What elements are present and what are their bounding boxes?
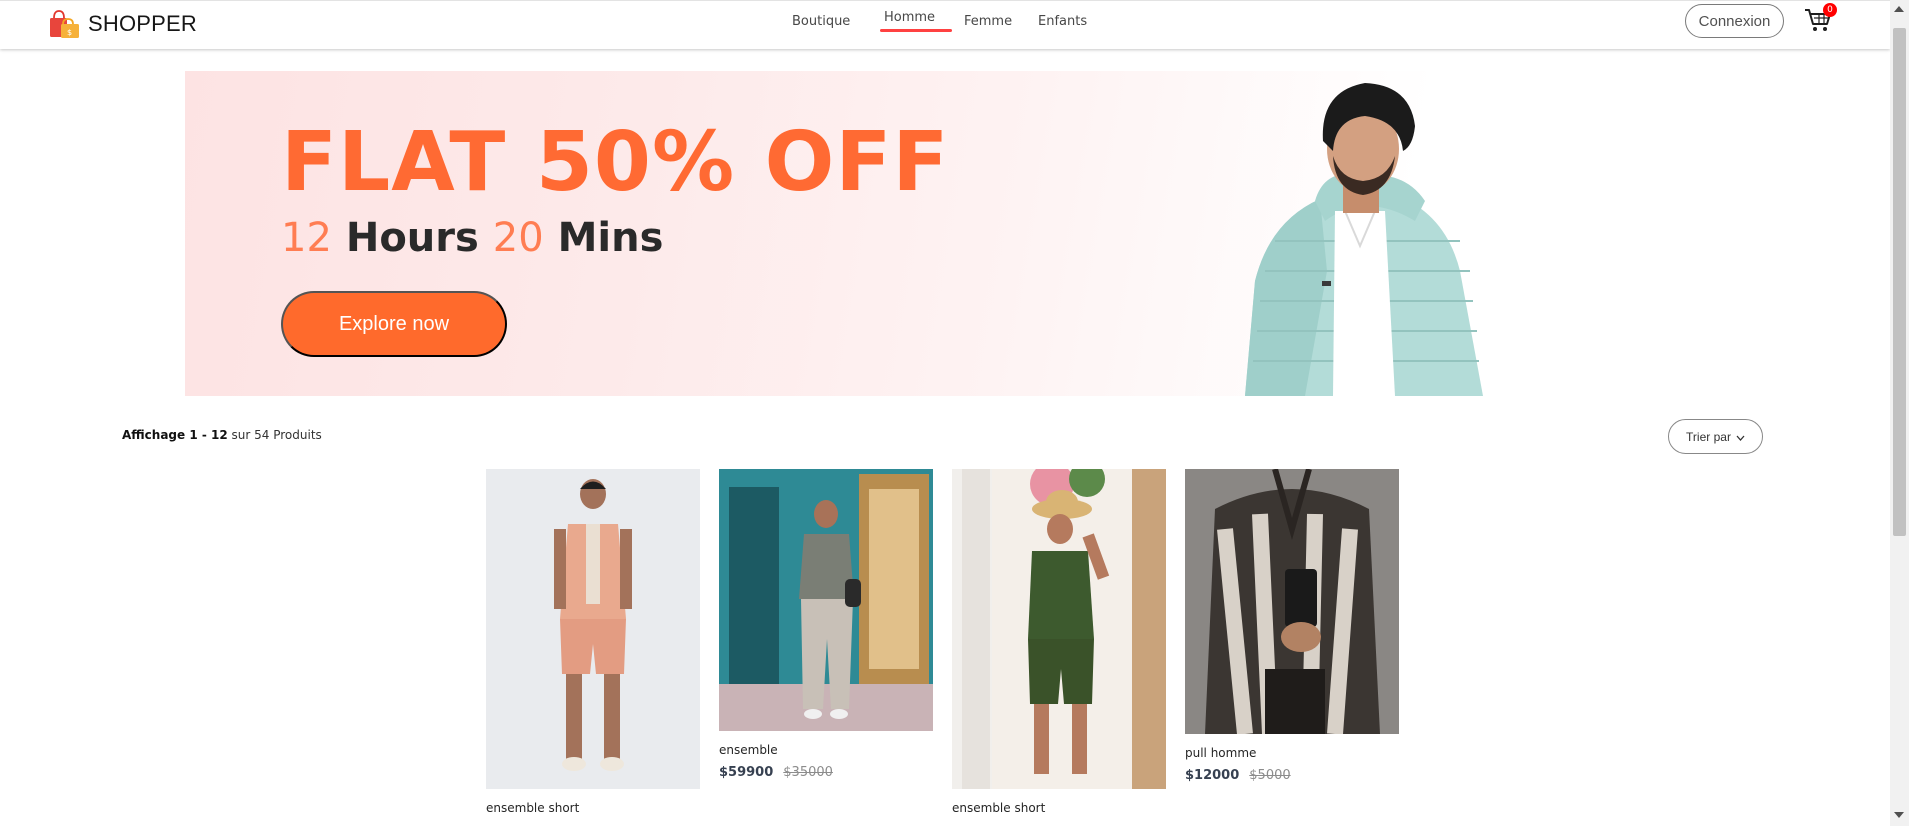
countdown-mins: 20 [492, 215, 544, 261]
results-count: Affichage 1 - 12 sur 54 Produits [122, 428, 322, 442]
scrollbar-thumb[interactable] [1893, 28, 1906, 536]
nav-item-femme[interactable]: Femme [956, 1, 1034, 50]
shopping-bags-icon: $ [48, 9, 80, 39]
sort-label: Trier par [1686, 429, 1731, 444]
nav-item-label: Femme [964, 14, 1013, 29]
countdown-hours-label: Hours [345, 215, 479, 261]
cart-count-badge: 0 [1823, 3, 1837, 17]
scroll-up-arrow-icon[interactable] [1894, 6, 1904, 12]
nav-item-label: Homme [884, 10, 936, 25]
product-card[interactable]: ensemble $59900 $35000 [719, 469, 933, 780]
nav-item-enfants[interactable]: Enfants [1034, 1, 1114, 50]
active-nav-underline [880, 29, 952, 32]
hero-model-image [1215, 71, 1515, 396]
product-name[interactable]: ensemble short [952, 801, 1166, 815]
product-card[interactable]: ensemble short [486, 469, 700, 815]
product-card[interactable]: pull homme $12000 $5000 [1185, 469, 1399, 783]
nav-item-homme[interactable]: Homme [876, 1, 956, 50]
scroll-down-arrow-icon[interactable] [1894, 812, 1904, 818]
price-old: $5000 [1249, 768, 1291, 783]
price-new: $12000 [1185, 768, 1240, 783]
product-card[interactable]: ensemble short [952, 469, 1166, 815]
sort-dropdown[interactable]: Trier par [1668, 419, 1763, 454]
hero-banner: FLAT 50% OFF 12 Hours 20 Mins Explore no… [185, 71, 1693, 396]
brand-logo[interactable]: $ SHOPPER [48, 9, 197, 39]
product-name[interactable]: pull homme [1185, 746, 1399, 760]
nav-item-label: Enfants [1038, 14, 1088, 29]
product-image[interactable] [1185, 469, 1399, 734]
login-button[interactable]: Connexion [1685, 4, 1784, 38]
brand-name: SHOPPER [88, 11, 197, 36]
product-image[interactable] [719, 469, 933, 731]
page-scrollbar[interactable] [1890, 0, 1909, 826]
product-name[interactable]: ensemble short [486, 801, 700, 815]
product-price: $12000 $5000 [1185, 768, 1399, 783]
product-image[interactable] [486, 469, 700, 789]
svg-text:$: $ [67, 28, 72, 37]
price-old: $35000 [783, 765, 833, 780]
nav-item-boutique[interactable]: Boutique [784, 1, 876, 50]
hero-headline: FLAT 50% OFF [281, 115, 950, 210]
price-new: $59900 [719, 765, 774, 780]
product-name[interactable]: ensemble [719, 743, 933, 757]
main-menu: Boutique Homme Femme Enfants [784, 1, 1114, 50]
results-total: sur 54 Produits [231, 428, 322, 442]
product-price: $59900 $35000 [719, 765, 933, 780]
product-image[interactable] [952, 469, 1166, 789]
top-navbar: $ SHOPPER Boutique Homme Femme Enfants C… [0, 0, 1890, 49]
explore-now-button[interactable]: Explore now [281, 291, 507, 357]
results-range: Affichage 1 - 12 [122, 428, 228, 442]
nav-item-label: Boutique [792, 14, 851, 29]
chevron-down-icon [1736, 430, 1745, 444]
countdown-mins-label: Mins [557, 215, 664, 261]
hero-countdown: 12 Hours 20 Mins [281, 215, 663, 261]
countdown-hours: 12 [281, 215, 332, 261]
